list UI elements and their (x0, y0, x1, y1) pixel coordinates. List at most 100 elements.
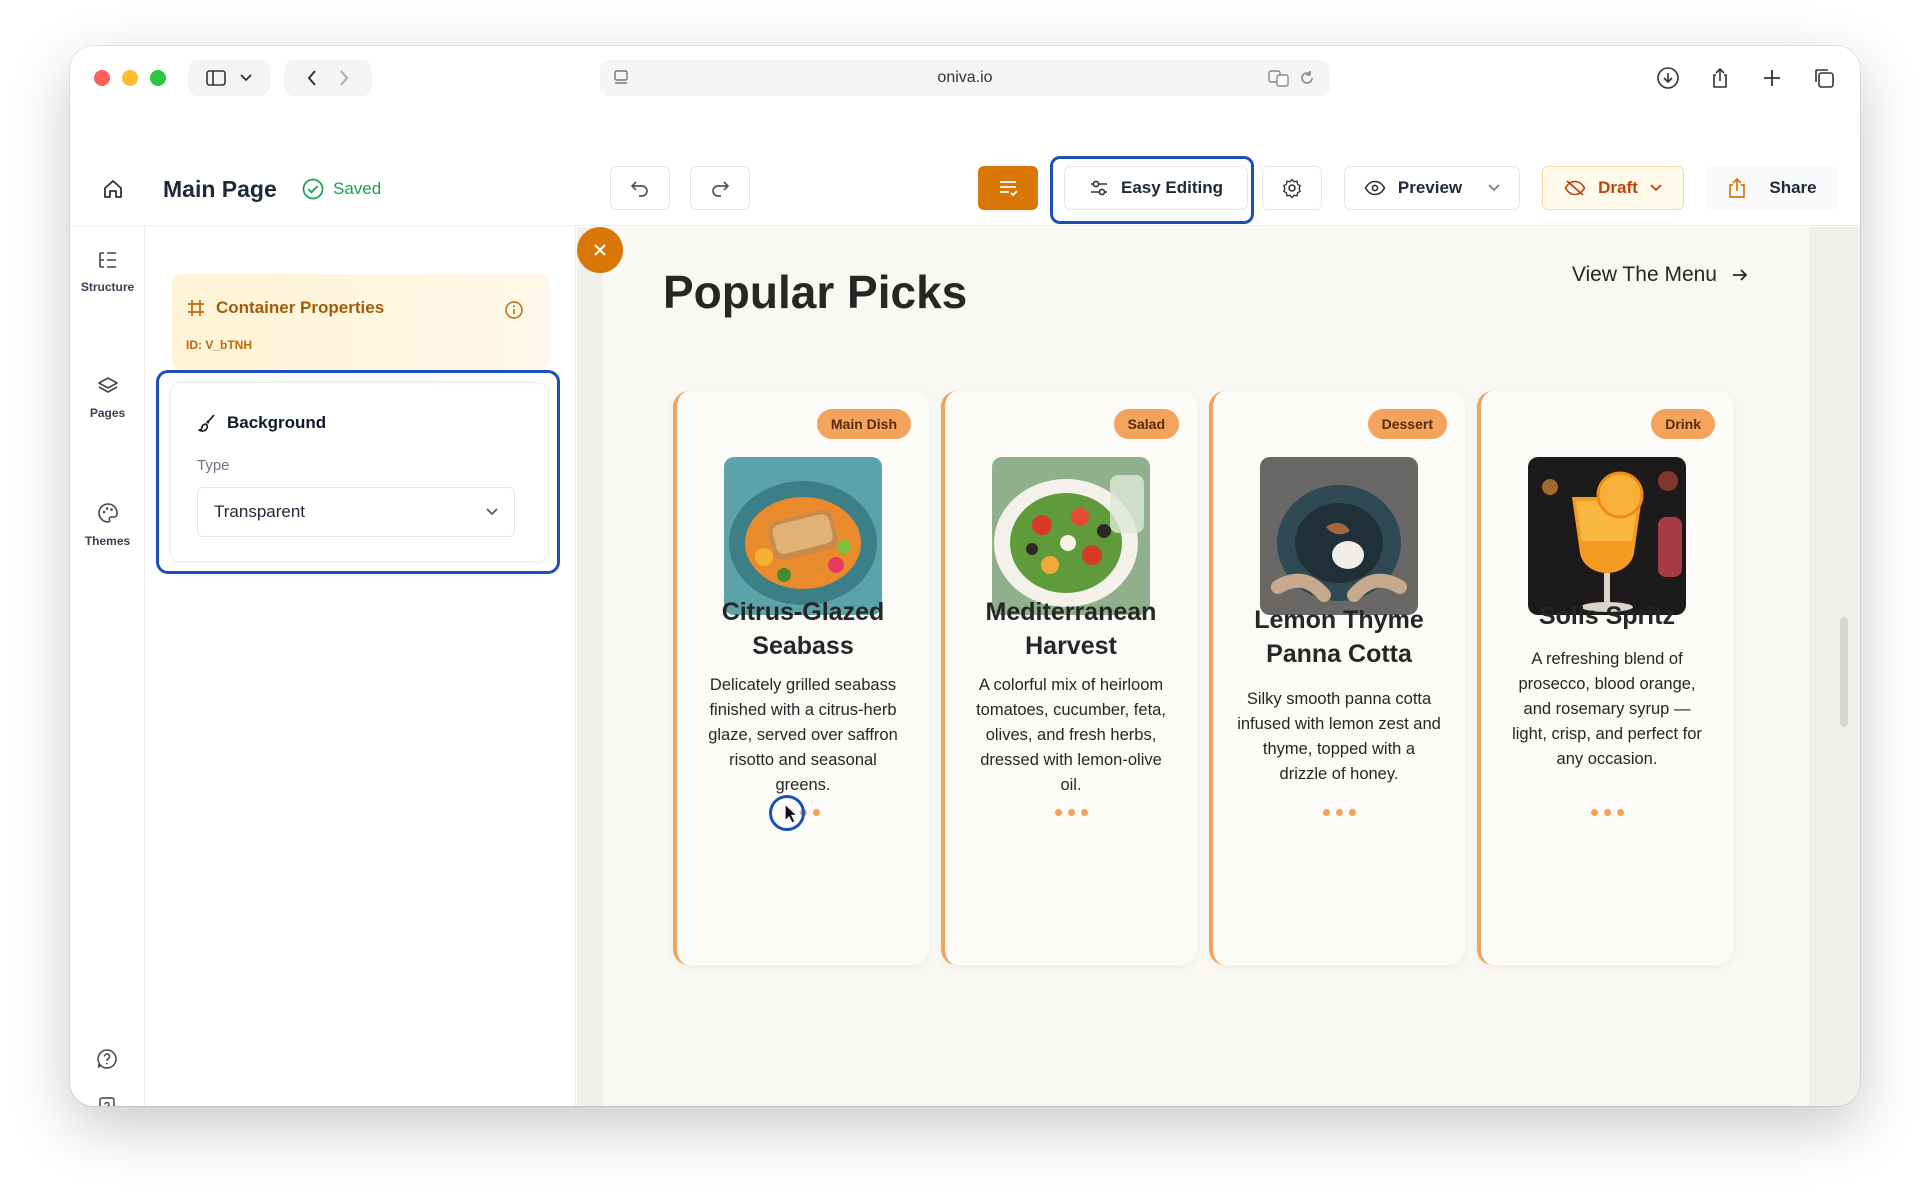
background-type-select[interactable]: Transparent (197, 487, 515, 537)
home-button[interactable] (98, 174, 128, 204)
more-options-dots[interactable] (1213, 809, 1465, 816)
share-icon[interactable] (1704, 62, 1736, 94)
saved-label: Saved (333, 179, 382, 198)
chevron-down-icon (1650, 184, 1662, 192)
mouse-cursor-icon (784, 803, 799, 824)
background-title: Background (197, 413, 326, 433)
reload-icon[interactable] (1298, 69, 1316, 87)
left-rail: Structure Pages Themes (70, 226, 145, 1106)
preview-button[interactable]: Preview (1344, 166, 1520, 210)
close-editor-button[interactable] (577, 227, 623, 273)
page-title: Main Page (163, 176, 277, 202)
gear-icon (1283, 178, 1301, 199)
more-options-dots[interactable] (1481, 809, 1733, 816)
forward-icon[interactable] (339, 70, 349, 86)
translate-icon[interactable] (1268, 69, 1290, 87)
menu-card[interactable]: Drink Solis Spritz A refreshing blend of… (1477, 391, 1733, 965)
dish-description[interactable]: A refreshing blend of prosecco, blood or… (1505, 647, 1709, 772)
back-icon[interactable] (307, 70, 317, 86)
structure-icon (98, 252, 116, 268)
close-window-button[interactable] (94, 70, 110, 86)
address-bar[interactable]: oniva.io (600, 60, 1330, 96)
canvas-scrollbar[interactable] (1840, 617, 1848, 727)
minimize-window-button[interactable] (122, 70, 138, 86)
view-menu-link[interactable]: View The Menu (1572, 263, 1749, 287)
dish-description[interactable]: Delicately grilled seabass finished with… (701, 673, 905, 798)
properties-panel: Container Properties ID: V_bTNH Backgrou… (146, 226, 576, 1106)
docs-button[interactable] (96, 1096, 118, 1106)
rail-item-themes[interactable]: Themes (70, 502, 145, 548)
easy-editing-button[interactable]: Easy Editing (1064, 166, 1248, 210)
dish-title[interactable]: Mediterranean Harvest (961, 595, 1181, 663)
draft-status-button[interactable]: Draft (1542, 166, 1684, 210)
menu-card[interactable]: Main Dish Citrus-Glazed Seabass Delicate… (673, 391, 929, 965)
dot (1590, 809, 1598, 816)
container-id: ID: V_bTNH (186, 338, 252, 352)
editor-header: Main Page Saved Easy Editing Preview Dra… (70, 110, 1860, 226)
dot (1322, 809, 1330, 816)
url-text: oniva.io (937, 69, 993, 86)
more-options-dots[interactable] (945, 809, 1197, 816)
draft-label: Draft (1598, 178, 1638, 197)
category-badge: Dessert (1367, 409, 1447, 439)
dot (812, 809, 820, 816)
rail-item-label: Pages (89, 406, 126, 420)
share-label: Share (1769, 178, 1817, 197)
dish-title[interactable]: Solis Spritz (1497, 599, 1717, 633)
rail-item-structure[interactable]: Structure (70, 250, 145, 294)
info-icon[interactable] (504, 300, 524, 325)
chevron-down-icon (1488, 184, 1500, 192)
share-button[interactable]: Share (1706, 166, 1838, 210)
panel-title: Container Properties (216, 298, 385, 317)
dot (1616, 809, 1624, 816)
editor-canvas: Popular Picks View The Menu Main Dish Ci… (577, 227, 1860, 1106)
download-icon[interactable] (1652, 62, 1684, 94)
dot (1348, 809, 1356, 816)
arrow-right-icon (1733, 269, 1748, 281)
dot (1054, 809, 1062, 816)
undo-icon (630, 181, 648, 197)
redo-icon (712, 181, 730, 197)
eye-icon (1364, 180, 1386, 196)
chevron-down-icon (486, 508, 498, 516)
menu-card[interactable]: Dessert Lemon Thyme Panna Cotta Silky sm… (1209, 391, 1465, 965)
dish-title[interactable]: Citrus-Glazed Seabass (693, 595, 913, 663)
container-properties-header: Container Properties ID: V_bTNH (172, 274, 550, 370)
redo-button[interactable] (690, 166, 750, 210)
category-badge: Drink (1651, 409, 1715, 439)
help-icon (97, 1049, 117, 1069)
browser-actions (1652, 62, 1840, 94)
close-icon (594, 244, 606, 256)
type-label: Type (197, 457, 230, 474)
new-tab-icon[interactable] (1756, 62, 1788, 94)
rail-item-pages[interactable]: Pages (70, 376, 145, 420)
layers-icon (97, 377, 118, 393)
section-title[interactable]: Popular Picks (663, 265, 967, 319)
dish-description[interactable]: Silky smooth panna cotta infused with le… (1237, 687, 1441, 787)
rail-item-label: Structure (80, 280, 135, 294)
dish-image[interactable] (724, 457, 882, 615)
sidebar-toggle-button[interactable] (188, 60, 270, 96)
browser-window: oniva.io Main Page Saved Easy Editing Pr… (70, 46, 1860, 1106)
dish-image[interactable] (992, 457, 1150, 615)
outline-toggle-button[interactable] (978, 166, 1038, 210)
check-circle-icon (302, 178, 324, 200)
settings-button[interactable] (1262, 166, 1322, 210)
dish-title[interactable]: Lemon Thyme Panna Cotta (1229, 603, 1449, 671)
menu-card[interactable]: Salad Mediterranean Harvest A colorful m… (941, 391, 1197, 965)
maximize-window-button[interactable] (150, 70, 166, 86)
dish-image[interactable] (1260, 457, 1418, 615)
dot (1067, 809, 1075, 816)
dish-image[interactable] (1528, 457, 1686, 615)
chevron-down-icon (240, 74, 252, 82)
dot (1603, 809, 1611, 816)
sliders-icon (1090, 180, 1107, 196)
undo-button[interactable] (610, 166, 670, 210)
menu-section[interactable]: Popular Picks View The Menu Main Dish Ci… (603, 227, 1809, 1106)
menu-cards: Main Dish Citrus-Glazed Seabass Delicate… (673, 391, 1733, 965)
eye-off-icon (1564, 180, 1586, 196)
tabs-overview-icon[interactable] (1808, 62, 1840, 94)
help-button[interactable] (96, 1048, 118, 1075)
dish-description[interactable]: A colorful mix of heirloom tomatoes, cuc… (969, 673, 1173, 798)
background-type-value: Transparent (214, 502, 306, 521)
